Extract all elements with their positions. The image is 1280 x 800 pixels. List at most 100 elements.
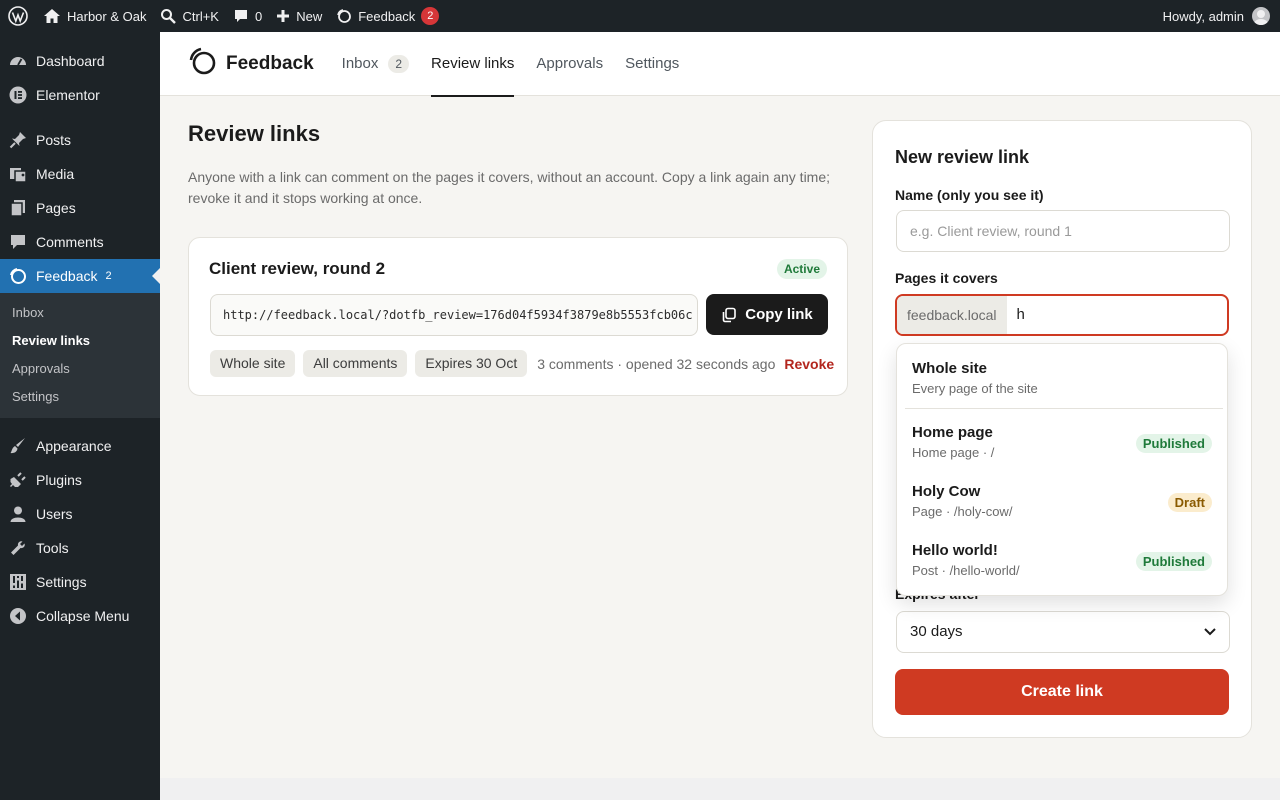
pages-query-text: h — [1016, 306, 1025, 323]
sidebar-label: Media — [36, 166, 75, 182]
sidebar-item-comments[interactable]: Comments — [0, 225, 160, 259]
tab-review-links[interactable]: Review links — [431, 32, 515, 97]
scope-tag: Whole site — [210, 350, 296, 377]
footer-strip — [160, 778, 1280, 800]
expires-value: 30 days — [910, 623, 963, 640]
create-link-button[interactable]: Create link — [895, 669, 1229, 715]
brand-name: Feedback — [226, 52, 314, 74]
expiry-tag: Expires 30 Oct — [415, 350, 528, 377]
pages-icon — [8, 198, 28, 218]
sidebar-item-posts[interactable]: Posts — [0, 123, 160, 157]
plugin-icon — [8, 470, 28, 490]
feedback-submenu: Inbox Review links Approvals Settings — [0, 293, 160, 418]
submenu-item-inbox[interactable]: Inbox — [0, 299, 160, 327]
sidebar-item-plugins[interactable]: Plugins — [0, 463, 160, 497]
tab-settings[interactable]: Settings — [625, 32, 679, 96]
wordpress-logo-icon[interactable] — [0, 0, 36, 32]
submenu-item-review-links[interactable]: Review links — [0, 327, 160, 355]
tab-count-badge: 2 — [388, 54, 410, 73]
account-menu[interactable]: Howdy, admin — [1156, 0, 1280, 32]
collapse-icon — [8, 606, 28, 626]
home-icon — [43, 8, 61, 24]
revoke-link[interactable]: Revoke — [784, 356, 834, 372]
status-badge: Active — [776, 259, 827, 279]
feedback-adminbar-link[interactable]: Feedback 2 — [329, 0, 446, 32]
copy-link-label: Copy link — [745, 306, 813, 323]
sidebar-label: Users — [36, 506, 73, 522]
dropdown-option-holy-cow[interactable]: Holy Cow Page · /holy-cow/ Draft — [897, 483, 1227, 519]
review-link-card: Client review, round 2 Active http://fee… — [188, 237, 848, 396]
status-badge: Published — [1135, 552, 1212, 571]
feedback-logo-icon — [336, 8, 352, 24]
comments-count: 0 — [254, 8, 263, 24]
howdy-text: Howdy, admin — [1162, 8, 1244, 24]
brand[interactable]: Feedback — [188, 46, 314, 81]
site-name: Harbor & Oak — [67, 8, 147, 24]
sidebar-label: Tools — [36, 540, 69, 556]
comments-icon — [8, 232, 28, 252]
feedback-logo-icon — [8, 266, 28, 286]
sidebar-label: Appearance — [36, 438, 112, 454]
search-shortcut[interactable]: Ctrl+K — [153, 0, 225, 32]
feedback-logo-icon — [188, 46, 218, 81]
dropdown-option-hello-world[interactable]: Hello world! Post · /hello-world/ Publis… — [897, 542, 1227, 578]
tab-inbox[interactable]: Inbox 2 — [341, 32, 410, 96]
sidebar-label: Comments — [36, 234, 104, 250]
pages-label: Pages it covers — [895, 270, 998, 286]
wrench-icon — [8, 538, 28, 558]
sidebar-label: Collapse Menu — [36, 608, 130, 624]
feedback-count-badge: 2 — [421, 7, 440, 25]
expires-select[interactable]: 30 days — [896, 611, 1230, 653]
copy-link-button[interactable]: Copy link — [706, 294, 828, 335]
tab-label: Review links — [431, 55, 515, 72]
plus-icon — [276, 9, 290, 23]
sidebar-item-tools[interactable]: Tools — [0, 531, 160, 565]
sidebar-item-settings[interactable]: Settings — [0, 565, 160, 599]
page-description: Anyone with a link can comment on the pa… — [188, 169, 831, 206]
review-link-url-field[interactable]: http://feedback.local/?dotfb_review=176d… — [210, 294, 698, 336]
pages-autocomplete-dropdown: Whole site Every page of the site Home p… — [896, 343, 1228, 596]
status-badge: Published — [1135, 434, 1212, 453]
dashboard-icon — [8, 51, 28, 71]
pages-search-input[interactable]: feedback.local h — [895, 294, 1229, 336]
name-field[interactable]: e.g. Client review, round 1 — [896, 210, 1230, 252]
dropdown-divider — [905, 408, 1223, 409]
sidebar-item-elementor[interactable]: Elementor — [0, 78, 160, 112]
pin-icon — [8, 130, 28, 150]
review-link-tags: Whole site All comments Expires 30 Oct 3… — [210, 350, 834, 377]
sidebar-item-dashboard[interactable]: Dashboard — [0, 44, 160, 78]
sidebar-label: Pages — [36, 200, 76, 216]
sidebar-label: Plugins — [36, 472, 82, 488]
tab-label: Settings — [625, 55, 680, 72]
status-badge: Draft — [1167, 493, 1212, 512]
dropdown-option-home-page[interactable]: Home page Home page · / Published — [897, 424, 1227, 460]
admin-sidebar: Dashboard Elementor Posts Media Pages Co… — [0, 32, 160, 800]
feedback-count: 2 — [105, 270, 112, 282]
sidebar-label: Elementor — [36, 87, 100, 103]
settings-sliders-icon — [8, 572, 28, 592]
collapse-menu-button[interactable]: Collapse Menu — [0, 599, 160, 633]
option-subtitle: Every page of the site — [912, 381, 1038, 396]
new-content-link[interactable]: New — [269, 0, 329, 32]
plugin-header: Feedback Inbox 2 Review links Approvals … — [160, 32, 1280, 97]
media-icon — [8, 164, 28, 184]
sidebar-item-media[interactable]: Media — [0, 157, 160, 191]
sidebar-label: Settings — [36, 574, 87, 590]
sidebar-item-feedback[interactable]: Feedback 2 — [0, 259, 160, 293]
sidebar-item-appearance[interactable]: Appearance — [0, 429, 160, 463]
review-link-name: Client review, round 2 — [209, 259, 386, 278]
sidebar-label: Posts — [36, 132, 72, 148]
comments-link[interactable]: 0 — [226, 0, 269, 32]
site-name-link[interactable]: Harbor & Oak — [36, 0, 153, 32]
submenu-item-approvals[interactable]: Approvals — [0, 355, 160, 383]
submenu-item-settings[interactable]: Settings — [0, 383, 160, 411]
chevron-down-icon — [1203, 612, 1217, 668]
elementor-icon — [8, 85, 28, 105]
copy-icon — [721, 307, 737, 323]
tab-approvals[interactable]: Approvals — [536, 32, 603, 96]
sidebar-item-pages[interactable]: Pages — [0, 191, 160, 225]
sidebar-item-users[interactable]: Users — [0, 497, 160, 531]
tab-label: Inbox — [341, 55, 379, 72]
review-link-meta: 3 comments · opened 32 seconds ago — [537, 355, 776, 372]
dropdown-option-whole-site[interactable]: Whole site Every page of the site — [897, 360, 1227, 396]
